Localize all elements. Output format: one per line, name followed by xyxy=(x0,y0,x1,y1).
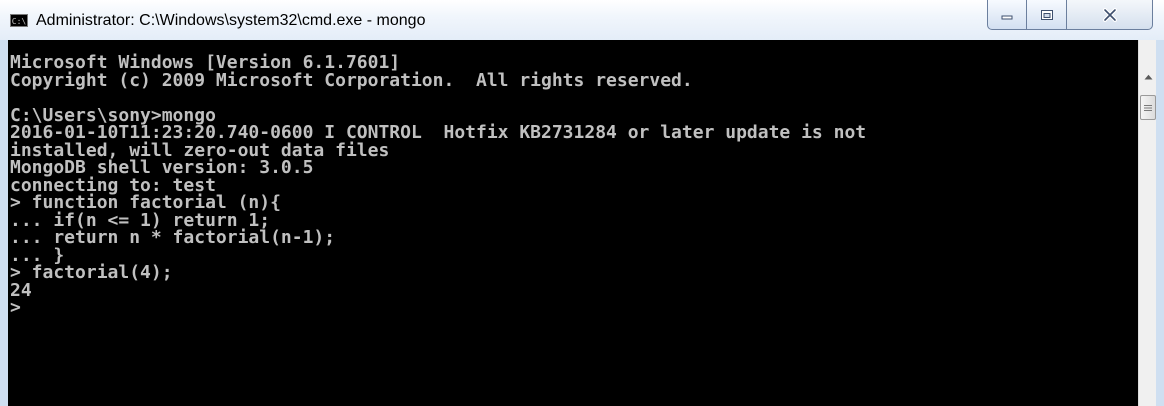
close-icon xyxy=(1102,7,1117,22)
caption-buttons xyxy=(987,0,1153,30)
cmd-window: C:\ Administrator: C:\Windows\system32\c… xyxy=(0,0,1164,406)
console-line: > factorial(4); xyxy=(10,262,173,283)
console-line: 24 xyxy=(10,279,32,301)
minimize-button[interactable] xyxy=(987,0,1027,30)
scroll-thumb[interactable] xyxy=(1140,95,1156,120)
console-prompt: > xyxy=(10,297,21,318)
console-line: 2016-01-10T11:23:20.740-0600 I CONTROL H… xyxy=(10,122,867,143)
console-line: Copyright (c) 2009 Microsoft Corporation… xyxy=(10,69,693,91)
console-line: MongoDB shell version: 3.0.5 xyxy=(10,157,314,178)
console-line: > function factorial (n){ xyxy=(10,192,281,213)
window-title: Administrator: C:\Windows\system32\cmd.e… xyxy=(36,12,426,29)
title-bar[interactable]: C:\ Administrator: C:\Windows\system32\c… xyxy=(0,0,1164,40)
scroll-up-button[interactable] xyxy=(1139,68,1157,86)
console-lines: Microsoft Windows [Version 6.1.7601] Cop… xyxy=(10,54,866,317)
grip-icon xyxy=(1144,104,1152,111)
minimize-icon xyxy=(1001,15,1013,19)
maximize-icon xyxy=(1040,9,1053,20)
cmd-icon[interactable]: C:\ xyxy=(10,14,28,27)
window-frame-right xyxy=(1156,40,1164,406)
console-line: Microsoft Windows [Version 6.1.7601] xyxy=(10,52,401,73)
close-button[interactable] xyxy=(1067,0,1153,30)
console-output[interactable]: Microsoft Windows [Version 6.1.7601] Cop… xyxy=(8,40,1138,406)
scroll-up-arrow-icon xyxy=(1144,74,1152,80)
maximize-button[interactable] xyxy=(1027,0,1067,30)
vertical-scrollbar[interactable] xyxy=(1138,40,1157,406)
console-line: ... return n * factorial(n-1); xyxy=(10,227,336,248)
